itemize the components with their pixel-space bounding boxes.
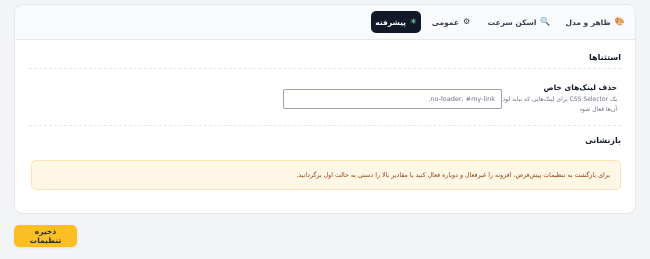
reset-notice: برای بازگشت به تنظیمات پیش‌فرض، افزونه ر… bbox=[31, 160, 621, 190]
tab-speed-scan[interactable]: 🔍 اسکن سرعت bbox=[487, 11, 551, 33]
exclude-links-input[interactable] bbox=[283, 89, 502, 109]
reset-divider bbox=[29, 125, 621, 126]
palette-icon: 🎨 bbox=[614, 17, 625, 26]
sparkle-icon: ✳ bbox=[410, 17, 417, 26]
tab-bar: 🎨 ظاهر و مدل 🔍 اسکن سرعت ⚙ عمومی ✳ پیشرف… bbox=[15, 5, 635, 40]
tab-general[interactable]: ⚙ عمومی bbox=[429, 11, 473, 33]
settings-card: 🎨 ظاهر و مدل 🔍 اسکن سرعت ⚙ عمومی ✳ پیشرف… bbox=[14, 4, 636, 214]
tab-appearance-label: ظاهر و مدل bbox=[565, 17, 611, 27]
exceptions-title: استثناها bbox=[589, 53, 621, 62]
search-icon: 🔍 bbox=[540, 17, 551, 26]
save-settings-button[interactable]: ذخیره تنظیمات bbox=[14, 225, 77, 247]
exceptions-divider bbox=[29, 68, 621, 69]
tab-appearance[interactable]: 🎨 ظاهر و مدل bbox=[565, 11, 625, 33]
tab-advanced-label: پیشرفته bbox=[375, 17, 406, 27]
tab-speed-scan-label: اسکن سرعت bbox=[487, 17, 537, 27]
reset-title: بازنشانی bbox=[585, 136, 621, 145]
tab-general-label: عمومی bbox=[431, 17, 459, 27]
gear-icon: ⚙ bbox=[462, 17, 471, 26]
exclude-links-label: حذف لینک‌های خاص bbox=[543, 83, 618, 92]
reset-notice-text: برای بازگشت به تنظیمات پیش‌فرض، افزونه ر… bbox=[296, 171, 610, 179]
tab-advanced[interactable]: ✳ پیشرفته bbox=[371, 11, 421, 33]
